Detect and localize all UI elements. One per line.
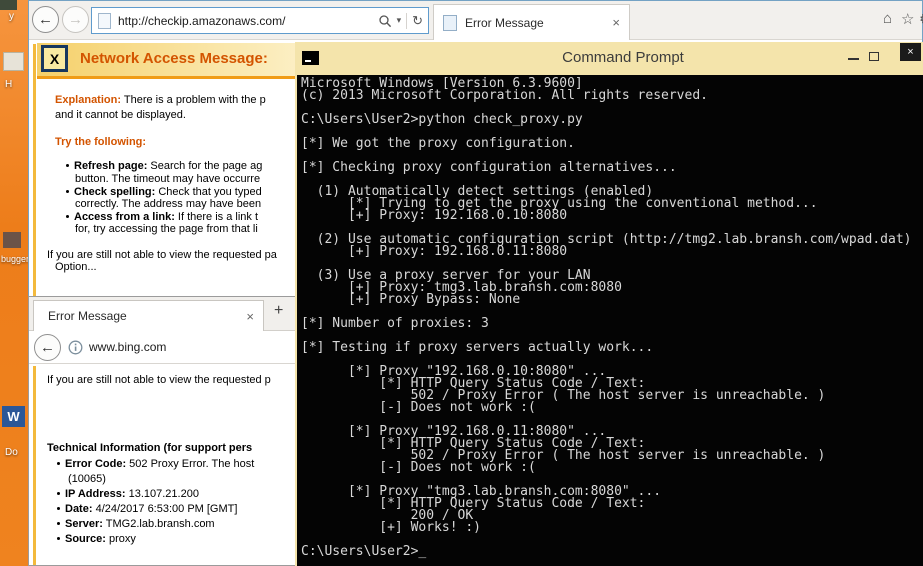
desktop-icon[interactable]	[3, 52, 24, 71]
bullet-refresh-page: Refresh page: Search for the page ag	[66, 160, 262, 172]
detail-value: 502 Proxy Error. The host	[126, 458, 254, 470]
favorites-icon[interactable]: ☆	[901, 10, 914, 28]
tab-favicon	[443, 15, 457, 31]
detail-value: proxy	[106, 533, 136, 545]
info-icon[interactable]	[68, 340, 83, 360]
explanation-text: There is a problem with the p	[121, 94, 266, 106]
home-icon[interactable]: ⌂	[883, 10, 892, 27]
bullet-text: If there is a link t	[175, 211, 258, 223]
forward-arrow-icon: →	[68, 11, 83, 28]
desktop-icon-label[interactable]: H	[5, 79, 12, 90]
divider	[406, 13, 407, 29]
tab-error-message[interactable]: Error Message ×	[433, 4, 630, 40]
explanation-line: Explanation: There is a problem with the…	[55, 94, 266, 106]
detail-label: Server:	[65, 518, 103, 530]
detail-label: Error Code:	[65, 458, 126, 470]
x-glyph: X	[50, 51, 59, 67]
bullet-refresh-page-line2: button. The timeout may have occurre	[75, 173, 260, 185]
desktop: y H bugger W Do	[0, 0, 28, 566]
desktop-screen: y H bugger W Do ← → http://checkip.amazo…	[0, 0, 923, 566]
footer-line: If you are still not able to view the re…	[47, 249, 277, 261]
maximize-button[interactable]	[869, 52, 879, 61]
detail-label: Source:	[65, 533, 106, 545]
browser-chrome: ← → http://checkip.amazonaws.com/ ▾ ↻ Er…	[29, 1, 922, 40]
detail-label: IP Address:	[65, 488, 126, 500]
console-output[interactable]: Microsoft Windows [Version 6.3.9600] (c)…	[297, 75, 923, 566]
back-button-popup[interactable]: ←	[34, 334, 61, 361]
address-bar-icons: ▾ ↻	[378, 13, 423, 29]
desktop-icon-label[interactable]: Do	[5, 447, 18, 458]
chevron-down-icon[interactable]: ▾	[397, 15, 402, 26]
bullet-text: Check that you typed	[155, 186, 261, 198]
address-url-popup[interactable]: www.bing.com	[89, 340, 166, 354]
search-icon[interactable]	[378, 14, 392, 28]
error-x-icon: X	[41, 45, 68, 72]
minimize-button[interactable]	[848, 58, 859, 60]
accent-line	[33, 44, 36, 297]
page-icon	[98, 13, 111, 29]
detail-date: Date: 4/24/2017 6:53:00 PM [GMT]	[57, 503, 237, 515]
bullet-check-spelling: Check spelling: Check that you typed	[66, 186, 262, 198]
tab-title: Error Message	[48, 309, 127, 323]
detail-value: 4/24/2017 6:53:00 PM [GMT]	[93, 503, 238, 515]
tab-close-icon[interactable]: ×	[246, 309, 254, 324]
desktop-icon[interactable]	[0, 0, 17, 10]
try-following-label: Try the following:	[55, 136, 146, 148]
detail-server: Server: TMG2.lab.bransh.com	[57, 518, 215, 530]
back-arrow-icon: ←	[40, 339, 55, 356]
detail-label: Date:	[65, 503, 93, 515]
refresh-icon[interactable]: ↻	[412, 13, 423, 29]
technical-information-heading: Technical Information (for support pers	[47, 442, 252, 454]
detail-value: 13.107.21.200	[126, 488, 199, 500]
cmd-titlebar[interactable]: Command Prompt ×	[295, 42, 923, 75]
accent-line	[33, 366, 36, 565]
address-bar[interactable]: http://checkip.amazonaws.com/ ▾ ↻	[91, 7, 429, 34]
close-button[interactable]: ×	[900, 43, 921, 61]
detail-source: Source: proxy	[57, 533, 136, 545]
window-title: Command Prompt	[295, 49, 923, 66]
bullet-access-link-line2: for, try accessing the page from that li	[75, 223, 258, 235]
url-text[interactable]: http://checkip.amazonaws.com/	[118, 14, 285, 28]
desktop-icon-word[interactable]: W	[2, 406, 25, 427]
option-line: Option...	[55, 261, 97, 273]
detail-ip-address: IP Address: 13.107.21.200	[57, 488, 199, 500]
bullet-lead: Access from a link:	[74, 211, 175, 223]
bullet-text: Search for the page ag	[147, 160, 262, 172]
tab-close-icon[interactable]: ×	[612, 15, 620, 30]
intro-line: If you are still not able to view the re…	[47, 374, 271, 386]
forward-button[interactable]: →	[62, 6, 89, 33]
command-prompt-window: Command Prompt × Microsoft Windows [Vers…	[295, 42, 923, 566]
back-button[interactable]: ←	[32, 6, 59, 33]
desktop-icon-label[interactable]: bugger	[1, 254, 29, 264]
back-arrow-icon: ←	[38, 11, 53, 28]
bullet-check-spelling-line2: correctly. The address may have been	[75, 198, 261, 210]
settings-icon[interactable]: ⚙	[919, 10, 923, 28]
tab-error-message-popup[interactable]: Error Message ×	[33, 300, 264, 331]
detail-value: TMG2.lab.bransh.com	[103, 518, 215, 530]
detail-error-code: Error Code: 502 Proxy Error. The host	[57, 458, 254, 470]
explanation-label: Explanation:	[55, 94, 121, 106]
new-tab-button[interactable]: +	[274, 302, 283, 320]
close-icon: ×	[907, 46, 913, 58]
explanation-line2: and it cannot be displayed.	[55, 109, 186, 121]
bullet-lead: Check spelling:	[74, 186, 155, 198]
detail-error-code-line2: (10065)	[68, 473, 106, 485]
tab-title: Error Message	[465, 16, 544, 30]
desktop-icon-label[interactable]: y	[9, 11, 14, 22]
bullet-access-link: Access from a link: If there is a link t	[66, 211, 258, 223]
desktop-icon[interactable]	[3, 232, 21, 248]
bullet-lead: Refresh page:	[74, 160, 147, 172]
page-title: Network Access Message:	[80, 50, 268, 67]
